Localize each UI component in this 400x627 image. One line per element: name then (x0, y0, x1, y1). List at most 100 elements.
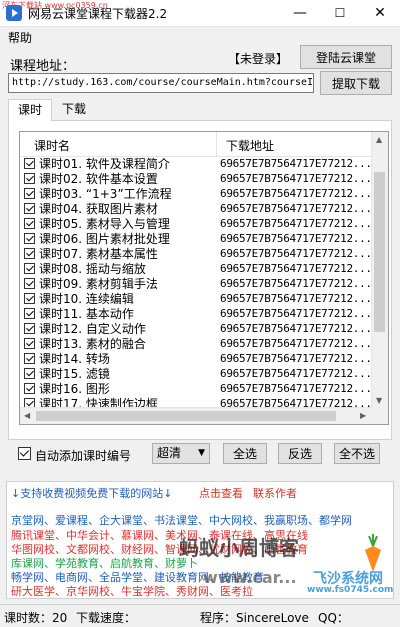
table-row[interactable]: 课时04. 获取图片素材 69657E7B7564717E77212... (20, 201, 372, 217)
lesson-name: 课时07. 素材基本属性 (39, 247, 158, 261)
vertical-scroll-thumb[interactable] (374, 172, 385, 332)
lesson-name: 课时06. 图片素材批处理 (39, 232, 170, 246)
row-checkbox[interactable] (24, 323, 35, 334)
lesson-address: 69657E7B7564717E77212... (220, 172, 372, 185)
quality-select[interactable]: 超清 ▼ (152, 443, 210, 464)
sites-line-1[interactable]: 京堂网、爱课程、企大课堂、书法课堂、中大网校、我赢职场、都学网 (11, 512, 352, 528)
lesson-address: 69657E7B7564717E77212... (220, 202, 372, 215)
minimize-button[interactable]: — (280, 0, 320, 26)
lessons-panel: 课时名 下载地址 课时01. 软件及课程简介 69657E7B7564717E77… (8, 120, 392, 440)
row-checkbox[interactable] (24, 173, 35, 184)
table-row[interactable]: 课时15. 滤镜 69657E7B7564717E77212... (20, 366, 372, 382)
lesson-name: 课时10. 连续编辑 (39, 292, 134, 306)
table-row[interactable]: 课时10. 连续编辑 69657E7B7564717E77212... (20, 291, 372, 307)
chevron-down-icon: ▼ (198, 448, 205, 458)
vertical-scrollbar[interactable]: ▲ ▼ (371, 132, 388, 408)
lesson-address: 69657E7B7564717E77212... (220, 382, 372, 395)
contact-author-link[interactable]: 联系作者 (253, 485, 297, 501)
menu-help[interactable]: 帮助 (8, 29, 32, 46)
login-button[interactable]: 登陆云课堂 (300, 45, 392, 69)
lesson-address: 69657E7B7564717E77212... (220, 352, 372, 365)
author-credit: 程序：SincereLove (200, 611, 309, 625)
close-button[interactable]: ✕ (360, 0, 400, 26)
lesson-address: 69657E7B7564717E77212... (220, 292, 372, 305)
row-checkbox[interactable] (24, 278, 35, 289)
row-checkbox[interactable] (24, 308, 35, 319)
click-view-link[interactable]: 点击查看 (199, 485, 243, 501)
invert-selection-button[interactable]: 反选 (278, 443, 322, 464)
lesson-address: 69657E7B7564717E77212... (220, 157, 372, 170)
download-speed: 下载速度： (76, 611, 137, 625)
row-checkbox[interactable] (24, 218, 35, 229)
select-none-button[interactable]: 全不选 (334, 443, 380, 464)
table-row[interactable]: 课时09. 素材剪辑手法 69657E7B7564717E77212... (20, 276, 372, 292)
row-checkbox[interactable] (24, 338, 35, 349)
supported-sites-header: ↓支持收费视频免费下载的网站↓ (11, 487, 173, 500)
horizontal-scroll-thumb[interactable] (36, 411, 336, 421)
row-checkbox[interactable] (24, 188, 35, 199)
lesson-address: 69657E7B7564717E77212... (220, 277, 372, 290)
scroll-up-icon[interactable]: ▲ (376, 135, 382, 144)
auto-number-label[interactable]: 自动添加课时编号 (35, 447, 131, 464)
row-checkbox[interactable] (24, 158, 35, 169)
sites-line-6[interactable]: 研大医学、京华网校、牛宝学院、秀财网、医考拉 (11, 583, 253, 598)
table-row[interactable]: 课时06. 图片素材批处理 69657E7B7564717E77212... (20, 231, 372, 247)
row-checkbox[interactable] (24, 233, 35, 244)
lesson-name: 课时08. 摇动与缩放 (39, 262, 146, 276)
author-qq: QQ： (318, 611, 349, 625)
scroll-corner (372, 408, 388, 424)
lesson-address: 69657E7B7564717E77212... (220, 247, 372, 260)
lesson-address: 69657E7B7564717E77212... (220, 337, 372, 350)
lesson-name: 课时01. 软件及课程简介 (39, 157, 170, 171)
lesson-address: 69657E7B7564717E77212... (220, 187, 372, 200)
lesson-name: 课时11. 基本动作 (39, 307, 134, 321)
lesson-address: 69657E7B7564717E77212... (220, 307, 372, 320)
course-url-input[interactable]: http://study.163.com/course/courseMain.h… (8, 73, 314, 93)
table-row[interactable]: 课时08. 摇动与缩放 69657E7B7564717E77212... (20, 261, 372, 277)
maximize-button[interactable]: ☐ (320, 0, 360, 26)
tab-lessons[interactable]: 课时 (8, 99, 52, 121)
row-checkbox[interactable] (24, 368, 35, 379)
carrot-icon (365, 534, 381, 572)
lesson-name: 课时05. 素材导入与管理 (39, 217, 170, 231)
select-all-button[interactable]: 全选 (223, 443, 267, 464)
table-header: 课时名 下载地址 (20, 132, 372, 157)
table-row[interactable]: 课时13. 素材的融合 69657E7B7564717E77212... (20, 336, 372, 352)
table-row[interactable]: 课时05. 素材导入与管理 69657E7B7564717E77212... (20, 216, 372, 232)
row-checkbox[interactable] (24, 248, 35, 259)
login-status: 【未登录】 (228, 52, 289, 66)
table-row[interactable]: 课时14. 转场 69657E7B7564717E77212... (20, 351, 372, 367)
table-row[interactable]: 课时07. 素材基本属性 69657E7B7564717E77212... (20, 246, 372, 262)
scroll-down-icon[interactable]: ▼ (376, 396, 382, 405)
table-row[interactable]: 课时01. 软件及课程简介 69657E7B7564717E77212... (20, 156, 372, 172)
row-checkbox[interactable] (24, 383, 35, 394)
header-download-address: 下载地址 (226, 139, 275, 153)
table-row[interactable]: 课时03. “1+3”工作流程 69657E7B7564717E77212... (20, 186, 372, 202)
table-row[interactable]: 课时02. 软件基本设置 69657E7B7564717E77212... (20, 171, 372, 187)
lesson-address: 69657E7B7564717E77212... (220, 322, 372, 335)
lesson-name: 课时14. 转场 (39, 352, 110, 366)
quality-value: 超清 (157, 446, 182, 460)
horizontal-scrollbar[interactable]: ◀ ▶ (20, 407, 372, 424)
column-divider[interactable] (216, 132, 217, 156)
status-bar: 课时数：20 下载速度： 程序：SincereLove QQ： (0, 604, 400, 627)
lesson-address: 69657E7B7564717E77212... (220, 217, 372, 230)
lesson-name: 课时02. 软件基本设置 (39, 172, 158, 186)
table-row[interactable]: 课时11. 基本动作 69657E7B7564717E77212... (20, 306, 372, 322)
title-bar: 河东下载站 www.pc0359.cn 网易云课堂课程下载器2.2 — ☐ ✕ (0, 0, 400, 27)
row-checkbox[interactable] (24, 353, 35, 364)
lesson-name: 课时12. 自定义动作 (39, 322, 146, 336)
table-row[interactable]: 课时12. 自定义动作 69657E7B7564717E77212... (20, 321, 372, 337)
lesson-address: 69657E7B7564717E77212... (220, 367, 372, 380)
scroll-left-icon[interactable]: ◀ (24, 411, 30, 420)
table-row[interactable]: 课时16. 图形 69657E7B7564717E77212... (20, 381, 372, 397)
row-checkbox[interactable] (24, 293, 35, 304)
extract-download-button[interactable]: 提取下载 (320, 71, 392, 95)
tab-download[interactable]: 下载 (54, 99, 94, 121)
header-lesson-name: 课时名 (34, 139, 71, 153)
scroll-right-icon[interactable]: ▶ (360, 411, 366, 420)
auto-number-checkbox[interactable] (18, 447, 31, 460)
row-checkbox[interactable] (24, 263, 35, 274)
row-checkbox[interactable] (24, 203, 35, 214)
course-address-label: 课程地址： (10, 59, 76, 74)
